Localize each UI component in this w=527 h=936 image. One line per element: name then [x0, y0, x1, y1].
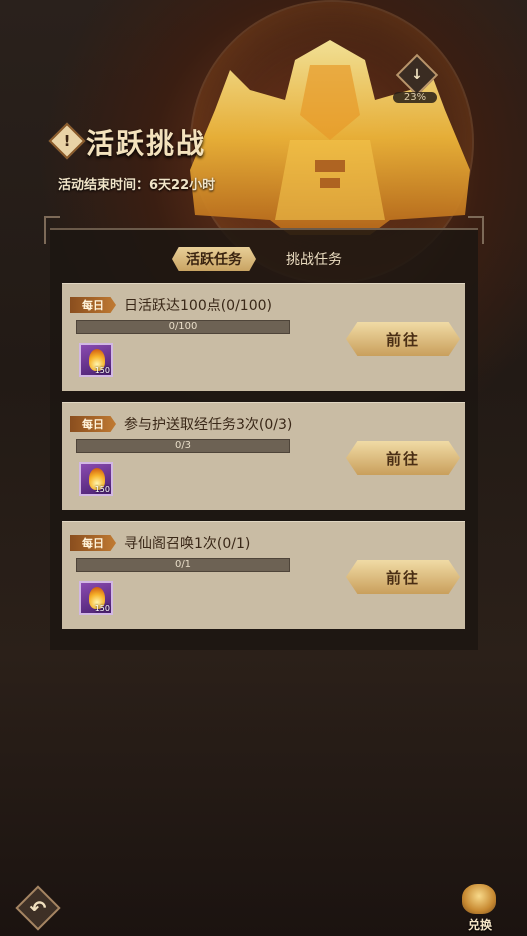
task-tabs: 活跃任务 挑战任务 [62, 244, 465, 274]
page-title: 活跃挑战 [86, 127, 207, 160]
task-name: 寻仙阁召唤1次(0/1) [124, 536, 251, 552]
task-name: 日活跃达100点(0/100) [124, 298, 272, 314]
task-progress-bar: 0/100 [76, 320, 290, 334]
task-card: 每日 寻仙阁召唤1次(0/1) 0/1 150 前往 [62, 521, 465, 629]
reward-quantity: 150 [94, 485, 110, 494]
progress-percent: 23% [393, 92, 437, 103]
down-arrow-icon: ↓ [395, 53, 439, 97]
task-progress-text: 0/1 [174, 559, 192, 570]
back-button[interactable]: ↶ [14, 884, 61, 931]
task-name: 参与护送取经任务3次(0/3) [124, 417, 293, 433]
reward-quantity: 150 [94, 604, 110, 613]
reward-item[interactable]: 150 [79, 462, 113, 496]
back-arrow-icon: ↶ [15, 885, 61, 931]
treasure-pot-icon [462, 884, 496, 914]
task-progress-bar: 0/1 [76, 558, 290, 572]
exchange-button[interactable]: 兑换 [452, 880, 508, 936]
go-button[interactable]: 前往 [346, 322, 460, 356]
tab-active-tasks[interactable]: 活跃任务 [172, 247, 256, 271]
go-button[interactable]: 前往 [346, 441, 460, 475]
event-end-time: 活动结束时间：6天22小时 [58, 178, 216, 193]
daily-tag: 每日 [70, 535, 116, 551]
tab-challenge-tasks[interactable]: 挑战任务 [272, 247, 356, 271]
task-progress-text: 0/3 [174, 440, 192, 451]
task-progress-text: 0/100 [168, 321, 198, 332]
task-progress-bar: 0/3 [76, 439, 290, 453]
daily-tag: 每日 [70, 297, 116, 313]
exchange-label: 兑换 [467, 918, 492, 932]
task-card: 每日 参与护送取经任务3次(0/3) 0/3 150 前往 [62, 402, 465, 510]
reward-quantity: 150 [94, 366, 110, 375]
task-card: 每日 日活跃达100点(0/100) 0/100 150 前往 [62, 283, 465, 391]
exclamation-icon: ! [48, 122, 86, 160]
go-button[interactable]: 前往 [346, 560, 460, 594]
golden-deity-statue [190, 40, 470, 235]
reward-item[interactable]: 150 [79, 581, 113, 615]
daily-tag: 每日 [70, 416, 116, 432]
reward-item[interactable]: 150 [79, 343, 113, 377]
progress-badge[interactable]: ↓ 23% [393, 53, 439, 106]
